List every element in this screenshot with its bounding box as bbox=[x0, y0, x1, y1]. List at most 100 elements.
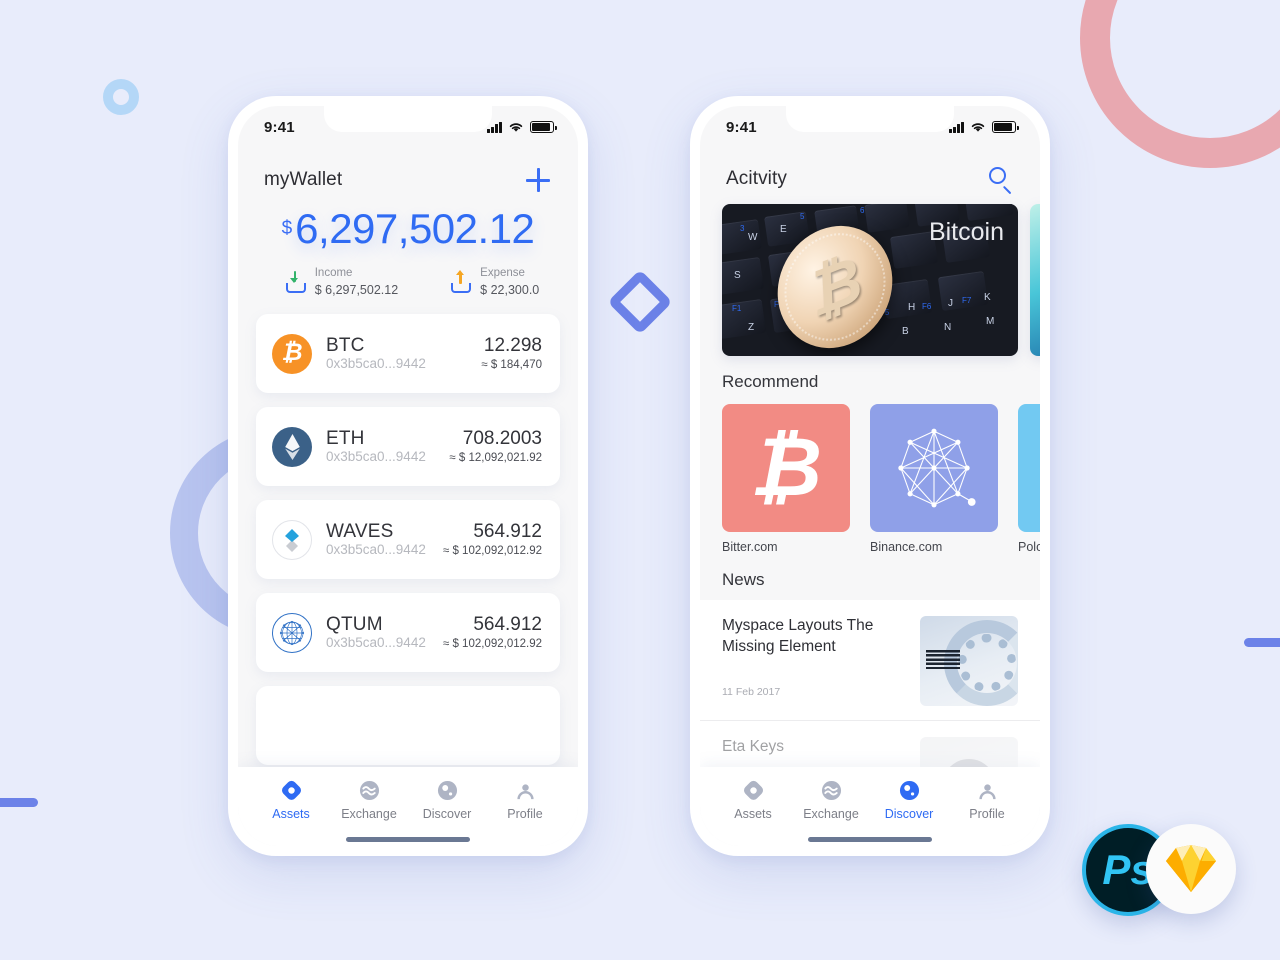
balance-amount: 6,297,502.12 bbox=[295, 205, 535, 252]
recommend-list[interactable]: ₿ Bitter.com Binance.com Polo bbox=[700, 392, 1040, 554]
tab-label: Exchange bbox=[341, 807, 397, 821]
income-value: $ 6,297,502.12 bbox=[314, 282, 399, 297]
discover-content: W E Y H J K S B N M Z X F1 F2 F5 F6 F7 bbox=[700, 196, 1040, 767]
blue-bar-right-decoration bbox=[1244, 638, 1280, 647]
tab-exchange[interactable]: Exchange bbox=[795, 779, 867, 821]
asset-fiat: ≈ $ 102,092,012.92 bbox=[442, 637, 542, 650]
tab-exchange[interactable]: Exchange bbox=[333, 779, 405, 821]
bitcoin-glyph-icon: ₿ bbox=[722, 404, 850, 532]
assets-diamond-icon bbox=[280, 779, 302, 801]
status-time: 9:41 bbox=[264, 118, 295, 136]
tab-discover[interactable]: Discover bbox=[873, 779, 945, 821]
list-item[interactable]: ₿ Bitter.com bbox=[722, 404, 850, 554]
download-arrow-icon bbox=[285, 270, 307, 294]
table-row[interactable]: WAVES 0x3b5ca0...9442 564.912 ≈ $ 102,09… bbox=[256, 500, 560, 580]
pink-ring-decoration bbox=[1080, 0, 1280, 168]
asset-address: 0x3b5ca0...9442 bbox=[326, 449, 426, 465]
list-item[interactable]: Binance.com bbox=[870, 404, 998, 554]
list-item[interactable]: Myspace Layouts The Missing Element 11 F… bbox=[700, 600, 1040, 721]
news-list[interactable]: Myspace Layouts The Missing Element 11 F… bbox=[700, 600, 1040, 767]
asset-list[interactable]: ₿ BTC 0x3b5ca0...9442 12.298 ≈ $ 184,470… bbox=[238, 304, 578, 767]
sketch-badge bbox=[1146, 824, 1236, 914]
asset-quantity: 708.2003 bbox=[462, 427, 542, 449]
asset-symbol: WAVES bbox=[326, 520, 394, 542]
tab-profile[interactable]: Profile bbox=[951, 779, 1023, 821]
news-thumbnail bbox=[920, 737, 1018, 767]
sketch-diamond-icon bbox=[1166, 845, 1216, 892]
discover-compass-icon bbox=[898, 779, 920, 801]
news-section-title: News bbox=[722, 570, 765, 589]
balance-section: $ 6,297,502.12 Income $ 6,297,502.12 Exp… bbox=[238, 198, 578, 304]
tab-assets[interactable]: Assets bbox=[255, 779, 327, 821]
news-thumbnail bbox=[920, 616, 1018, 706]
phone-mockup-wallet: 9:41 myWallet $ 6,297,502.12 Income $ 6,… bbox=[228, 96, 588, 856]
exchange-waves-icon bbox=[820, 779, 842, 801]
asset-address: 0x3b5ca0...9442 bbox=[326, 635, 426, 651]
bottom-tab-bar: Assets Exchange Discover Profile bbox=[700, 767, 1040, 827]
assets-diamond-icon bbox=[742, 779, 764, 801]
asset-address: 0x3b5ca0...9442 bbox=[326, 542, 426, 558]
page-title: myWallet bbox=[264, 169, 343, 190]
status-icons bbox=[487, 121, 557, 133]
battery-icon bbox=[530, 121, 557, 133]
recommend-label: Binance.com bbox=[870, 540, 943, 554]
table-row[interactable]: ETH 0x3b5ca0...9442 708.2003 ≈ $ 12,092,… bbox=[256, 407, 560, 487]
news-title: Eta Keys bbox=[722, 738, 785, 755]
phone-notch bbox=[786, 106, 954, 132]
profile-person-icon bbox=[976, 779, 998, 801]
banner-card-next[interactable] bbox=[1030, 204, 1040, 356]
table-row[interactable]: QTUM 0x3b5ca0...9442 564.912 ≈ $ 102,092… bbox=[256, 593, 560, 673]
ethereum-coin-icon bbox=[272, 426, 312, 467]
status-icons bbox=[949, 121, 1019, 133]
tab-label: Assets bbox=[734, 807, 772, 821]
banner-card-bitcoin[interactable]: W E Y H J K S B N M Z X F1 F2 F5 F6 F7 bbox=[722, 204, 1018, 356]
asset-symbol: BTC bbox=[326, 334, 365, 356]
news-date: 11 Feb 2017 bbox=[722, 685, 781, 698]
tab-discover[interactable]: Discover bbox=[411, 779, 483, 821]
bitcoin-coin-icon: ₿ bbox=[272, 333, 312, 374]
blue-bar-left-decoration bbox=[0, 798, 38, 807]
table-row-partial[interactable] bbox=[256, 686, 560, 766]
tab-label: Profile bbox=[507, 807, 543, 821]
phone-notch bbox=[324, 106, 492, 132]
discover-screen: 9:41 Acitvity W E H J K S B N M Z F1 F5 … bbox=[700, 106, 1040, 846]
search-icon[interactable] bbox=[988, 166, 1014, 195]
asset-symbol: ETH bbox=[326, 427, 365, 449]
tab-assets[interactable]: Assets bbox=[717, 779, 789, 821]
list-item[interactable]: Eta Keys bbox=[700, 721, 1040, 767]
asset-symbol: QTUM bbox=[326, 613, 383, 635]
blue-diamond-decoration bbox=[607, 269, 673, 335]
asset-quantity: 564.912 bbox=[473, 613, 542, 635]
battery-icon bbox=[992, 121, 1019, 133]
asset-fiat: ≈ $ 102,092,012.92 bbox=[442, 544, 542, 557]
asset-fiat: ≈ $ 184,470 bbox=[481, 358, 542, 371]
table-row[interactable]: ₿ BTC 0x3b5ca0...9442 12.298 ≈ $ 184,470 bbox=[256, 314, 560, 394]
plus-icon[interactable] bbox=[524, 166, 552, 194]
discover-header: Acitvity bbox=[700, 148, 1040, 196]
network-graph-icon bbox=[870, 404, 998, 532]
status-time: 9:41 bbox=[726, 118, 757, 136]
banner-carousel[interactable]: W E Y H J K S B N M Z X F1 F2 F5 F6 F7 bbox=[700, 196, 1040, 356]
asset-quantity: 12.298 bbox=[483, 334, 542, 356]
recommend-section-title: Recommend bbox=[722, 372, 819, 391]
tab-profile[interactable]: Profile bbox=[489, 779, 561, 821]
list-item[interactable]: Poloniex.com bbox=[1018, 404, 1040, 554]
tab-label: Exchange bbox=[803, 807, 859, 821]
expense-value: $ 22,300.0 bbox=[480, 282, 540, 297]
discover-compass-icon bbox=[436, 779, 458, 801]
home-indicator[interactable] bbox=[346, 837, 470, 842]
upload-arrow-icon bbox=[450, 270, 472, 294]
expense-label: Expense bbox=[480, 267, 525, 279]
wallet-screen: 9:41 myWallet $ 6,297,502.12 Income $ 6,… bbox=[238, 106, 578, 846]
tab-label: Discover bbox=[884, 807, 934, 821]
recommend-label: Bitter.com bbox=[722, 540, 778, 554]
page-title: Acitvity bbox=[726, 168, 787, 189]
small-blue-ring-decoration bbox=[103, 79, 139, 115]
tab-label: Discover bbox=[422, 807, 472, 821]
asset-fiat: ≈ $ 12,092,021.92 bbox=[449, 451, 542, 464]
banner-caption: Bitcoin bbox=[928, 218, 1004, 246]
home-indicator[interactable] bbox=[808, 837, 932, 842]
asset-quantity: 564.912 bbox=[473, 520, 542, 542]
waves-coin-icon bbox=[272, 519, 312, 560]
expense-item: Expense $ 22,300.0 bbox=[450, 266, 539, 298]
